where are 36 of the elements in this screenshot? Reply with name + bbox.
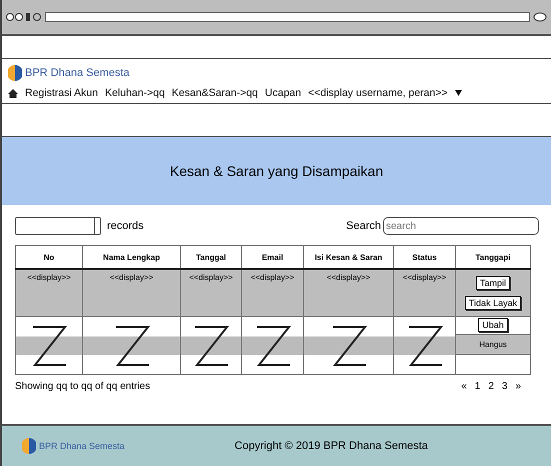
logo-icon xyxy=(8,65,22,81)
table-cell: <<display>> xyxy=(326,273,370,282)
pagination-link[interactable]: 1 xyxy=(474,381,480,392)
action-button[interactable]: Tampil xyxy=(476,276,510,290)
table-cell: <<display>> xyxy=(110,273,154,282)
pagination-link[interactable]: » xyxy=(515,381,521,392)
pagination-link[interactable]: « xyxy=(461,381,467,392)
search-field[interactable]: search xyxy=(383,217,539,235)
logo-icon xyxy=(22,438,36,454)
table-cell: <<display>> xyxy=(402,273,446,282)
footer-brand: BPR Dhana Semesta xyxy=(39,441,125,451)
status-text: Hangus xyxy=(479,340,507,349)
nav-link[interactable]: Ucapan xyxy=(264,87,302,99)
dropdown-caret-icon[interactable] xyxy=(454,90,462,96)
edit-button[interactable]: Ubah xyxy=(478,318,508,332)
records-select[interactable] xyxy=(15,217,101,235)
page-title: Kesan & Saran yang Disampaikan xyxy=(170,163,384,179)
browser-search-icon xyxy=(533,12,547,22)
copyright-text: Copyright © 2019 BPR Dhana Semesta xyxy=(234,440,428,452)
nav-link[interactable]: <<display username, peran>> xyxy=(308,87,448,99)
home-icon[interactable] xyxy=(8,88,18,98)
nav-link[interactable]: Keluhan->qq xyxy=(104,87,165,99)
records-label: records xyxy=(107,220,144,232)
action-button[interactable]: Tidak Layak xyxy=(464,296,522,310)
pagination-link[interactable]: 2 xyxy=(488,381,494,392)
pagination-link[interactable]: 3 xyxy=(502,381,508,392)
nav-link[interactable]: Registrasi Akun xyxy=(25,87,98,99)
table-cell: <<display>> xyxy=(250,273,294,282)
table-cell: <<display>> xyxy=(189,273,233,282)
search-label: Search xyxy=(346,220,381,232)
entries-info: Showing qq to qq of qq entries xyxy=(15,381,150,392)
table-cell: <<display>> xyxy=(27,273,71,282)
nav-link[interactable]: Kesan&Saran->qq xyxy=(172,87,258,99)
address-bar[interactable] xyxy=(45,12,530,22)
browser-nav-icon xyxy=(6,12,42,22)
brand-name: BPR Dhana Semesta xyxy=(25,67,130,79)
